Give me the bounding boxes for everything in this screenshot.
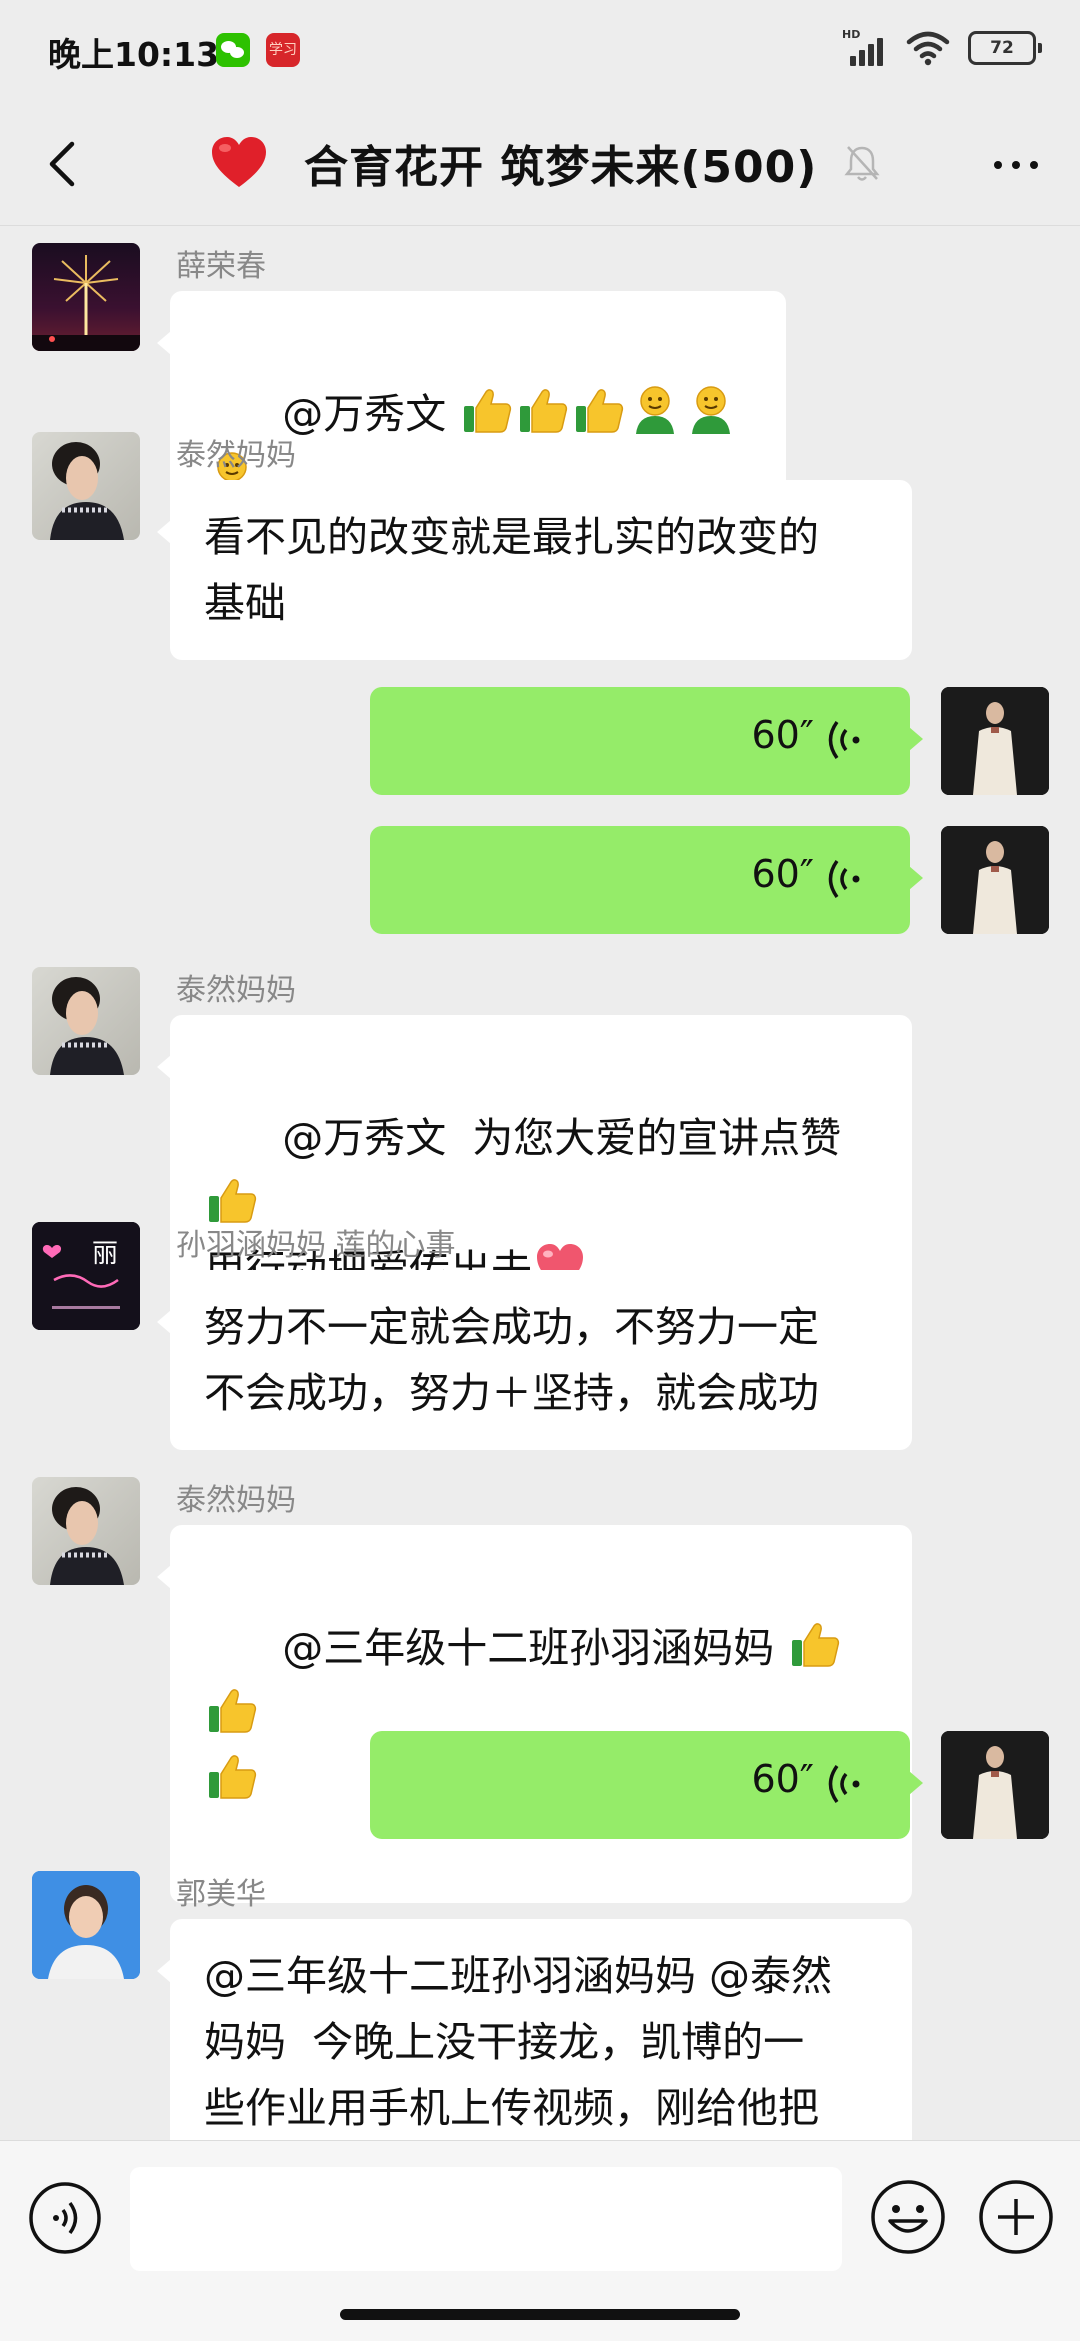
avatar[interactable] [32, 243, 140, 351]
avatar[interactable]: 丽 [32, 1222, 140, 1330]
wechat-notification-icon [216, 33, 250, 67]
hug-person-emoji-icon [627, 386, 683, 438]
sender-name: 泰然妈妈 [176, 1483, 296, 1518]
avatar[interactable] [32, 1871, 140, 1979]
voice-message-bubble[interactable]: 60″ [370, 826, 923, 934]
chat-header: 合育花开 筑梦未来(500) [0, 100, 1080, 226]
emoji-picker-icon[interactable] [870, 2179, 946, 2255]
sender-name: 孙羽涵妈妈 莲的心事 [176, 1228, 456, 1263]
home-indicator [340, 2309, 740, 2320]
sender-name: 薛荣春 [176, 249, 266, 284]
message-text: @三年级十二班孙羽涵妈妈 [282, 1624, 788, 1672]
back-arrow-icon[interactable] [34, 134, 94, 194]
voice-duration: 60″ [751, 713, 814, 757]
thumbs-up-emoji-icon [204, 1755, 260, 1804]
sender-name: 泰然妈妈 [176, 438, 296, 473]
voice-duration: 60″ [751, 852, 814, 896]
battery-icon: 72 [968, 31, 1042, 65]
text-message-bubble[interactable]: 努力不一定就会成功，不努力一定 不会成功，努力＋坚持，就会成功 [157, 1270, 912, 1450]
voice-wave-icon [828, 859, 860, 899]
avatar[interactable] [32, 1477, 140, 1585]
more-functions-plus-icon[interactable] [978, 2179, 1054, 2255]
thumbs-up-emoji-icon [571, 389, 627, 438]
voice-duration: 60″ [751, 1757, 814, 1801]
my-avatar[interactable] [941, 826, 1049, 934]
avatar[interactable] [32, 967, 140, 1075]
status-time: 晚上10:13 [48, 35, 220, 74]
voice-wave-icon [828, 720, 860, 760]
avatar[interactable] [32, 432, 140, 540]
my-avatar[interactable] [941, 687, 1049, 795]
text-message-bubble[interactable]: @三年级十二班孙羽涵妈妈 @泰然 妈妈 今晚上没干接龙，凯博的一 些作业用手机上… [157, 1919, 912, 2140]
my-avatar[interactable] [941, 1731, 1049, 1839]
sender-name: 泰然妈妈 [176, 973, 296, 1008]
message-input[interactable] [130, 2167, 842, 2271]
more-options-icon[interactable] [986, 140, 1046, 190]
voice-message-bubble[interactable]: 60″ [370, 1731, 923, 1839]
status-bar: 晚上10:13 学习 HD 72 [0, 0, 1080, 100]
message-text: @万秀文 为您大爱的宣讲点赞 [282, 1114, 842, 1162]
wifi-icon [906, 31, 950, 66]
voice-message-bubble[interactable]: 60″ [370, 687, 923, 795]
thumbs-up-emoji-icon [204, 1689, 260, 1738]
svg-text:丽: 丽 [92, 1239, 118, 1269]
voice-input-toggle-icon[interactable] [28, 2181, 102, 2255]
input-toolbar [0, 2140, 1080, 2341]
red-heart-emoji-icon [212, 137, 266, 187]
text-message-bubble[interactable]: @三年级十二班孙羽涵妈妈 [157, 1525, 912, 1903]
chat-title[interactable]: 合育花开 筑梦未来(500) [304, 131, 817, 195]
message-text: @万秀文 [282, 390, 460, 438]
chat-message-list[interactable]: 薛荣春 @万秀文 泰然妈妈 看不见的改变就是最扎实的改变的 基础 60″ 60″… [0, 226, 1080, 2140]
signal-icon: HD [842, 28, 888, 66]
sender-name: 郭美华 [176, 1877, 266, 1912]
mute-bell-icon [844, 146, 880, 181]
hug-person-emoji-icon [683, 386, 739, 438]
thumbs-up-emoji-icon [515, 389, 571, 438]
study-app-notification-icon: 学习 [266, 33, 300, 67]
text-message-bubble[interactable]: 看不见的改变就是最扎实的改变的 基础 [157, 480, 912, 660]
thumbs-up-emoji-icon [459, 389, 515, 438]
voice-wave-icon [828, 1764, 860, 1804]
thumbs-up-emoji-icon [787, 1623, 843, 1672]
